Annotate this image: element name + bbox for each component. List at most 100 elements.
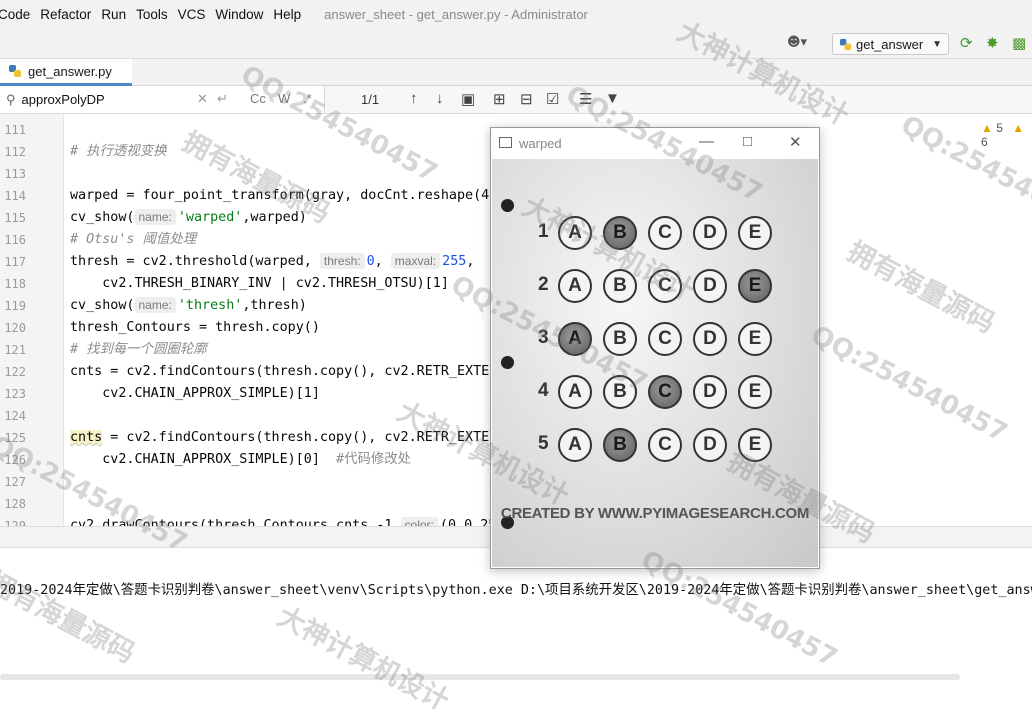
question-number: 4 <box>538 380 549 401</box>
line-number: 111 <box>4 123 26 137</box>
code-token: = cv2.findContours(thresh.copy(), cv2.RE… <box>102 430 530 445</box>
bubble-2-b: B <box>603 269 637 303</box>
arrow-down-icon[interactable]: ↓ <box>436 90 444 107</box>
bubble-5-e: E <box>738 428 772 462</box>
bubble-5-d: D <box>693 428 727 462</box>
menu-code[interactable]: Code <box>0 7 35 22</box>
bubble-4-c-filled: C <box>648 375 682 409</box>
line-number: 120 <box>4 321 26 335</box>
search-icon: ⚲ <box>6 91 16 107</box>
code-number: 255 <box>442 254 467 269</box>
find-bar: ⚲ approxPolyDP ✕ ↵ Cc W .* 1/1 ↑ ↓ ▣ ⊞ ⊟… <box>0 86 1032 114</box>
line-number: 115 <box>4 211 26 225</box>
bubble-2-e-filled: E <box>738 269 772 303</box>
minimize-icon[interactable]: — <box>699 133 714 150</box>
code-token: cv_show( <box>70 210 135 225</box>
code-line-118: cv2.THRESH_BINARY_INV | cv2.THRESH_OTSU)… <box>70 276 449 291</box>
bubble-5-c: C <box>648 428 682 462</box>
bubble-4-e: E <box>738 375 772 409</box>
add-occurrence-icon[interactable]: ⊞ <box>493 90 506 108</box>
line-number: 123 <box>4 387 26 401</box>
line-number: 116 <box>4 233 26 247</box>
param-hint: color: <box>400 517 438 526</box>
close-icon[interactable]: ✕ <box>789 133 802 151</box>
tab-label: get_answer.py <box>28 63 112 79</box>
line-number: 114 <box>4 189 26 203</box>
param-hint: thresh: <box>319 253 365 269</box>
line-number: 122 <box>4 365 26 379</box>
bubble-4-d: D <box>693 375 727 409</box>
run-config-selector[interactable]: get_answer ▼ <box>832 33 949 55</box>
code-string: 'thresh' <box>177 298 243 313</box>
menu-run[interactable]: Run <box>96 7 131 22</box>
search-query: approxPolyDP <box>21 92 105 107</box>
python-icon <box>839 38 852 50</box>
line-number: 117 <box>4 255 26 269</box>
rerun-icon[interactable]: ⟳ <box>960 34 973 52</box>
python-file-icon <box>9 65 21 77</box>
code-token: , <box>466 254 475 269</box>
menu-refactor[interactable]: Refactor <box>35 7 96 22</box>
window-app-icon <box>499 137 512 148</box>
line-number: 121 <box>4 343 26 357</box>
question-number: 5 <box>538 433 549 454</box>
bubble-3-b: B <box>603 322 637 356</box>
bubble-1-b-filled: B <box>603 216 637 250</box>
window-titlebar[interactable]: warped — □ ✕ <box>491 128 819 158</box>
words-toggle[interactable]: W <box>278 91 290 106</box>
code-token: cv2.CHAIN_APPROX_SIMPLE)[0] <box>70 452 337 467</box>
console-scrollbar[interactable] <box>0 674 960 680</box>
code-string: 'warped' <box>177 210 243 225</box>
bubble-3-c: C <box>648 322 682 356</box>
new-line-icon[interactable]: ↵ <box>217 91 228 107</box>
select-all-icon[interactable]: ▣ <box>461 90 475 108</box>
menu-window[interactable]: Window <box>210 7 268 22</box>
menu-vcs[interactable]: VCS <box>173 7 211 22</box>
code-token: , <box>374 254 391 269</box>
code-token: cv2.drawContours(thresh_Contours,cnts,-1… <box>70 518 401 526</box>
filter-options-icon[interactable]: ☰ <box>579 90 592 108</box>
select-all-occurrences-icon[interactable]: ☑ <box>546 90 559 108</box>
bubble-1-a: A <box>558 216 592 250</box>
bubble-5-b-filled: B <box>603 428 637 462</box>
menu-bar: Code Refactor Run Tools VCS Window Help … <box>0 0 1032 29</box>
code-line-126: cv2.CHAIN_APPROX_SIMPLE)[0] #代码修改处 <box>70 449 411 471</box>
param-hint: name: <box>134 297 176 313</box>
code-token: thresh = cv2.threshold(warped, <box>70 254 320 269</box>
regex-toggle[interactable]: .* <box>303 91 312 106</box>
code-line-122: cnts = cv2.findContours(thresh.copy(), c… <box>70 364 530 379</box>
arrow-up-icon[interactable]: ↑ <box>410 90 418 107</box>
code-line-123: cv2.CHAIN_APPROX_SIMPLE)[1] <box>70 386 320 401</box>
warning-icon: ▲ <box>981 121 993 135</box>
remove-occurrence-icon[interactable]: ⊟ <box>520 90 533 108</box>
match-case-toggle[interactable]: Cc <box>250 91 266 106</box>
match-count: 1/1 <box>361 92 380 107</box>
bubble-2-d: D <box>693 269 727 303</box>
inspection-widget[interactable]: ▲ 5 ▲ 6 <box>981 121 1032 149</box>
warning-count: 5 <box>996 121 1003 135</box>
bubble-3-e: E <box>738 322 772 356</box>
bubble-1-c: C <box>648 216 682 250</box>
debug-bug-icon[interactable]: ✸ <box>986 34 999 52</box>
maximize-icon[interactable]: □ <box>743 133 752 150</box>
window-title: answer_sheet - get_answer.py - Administr… <box>324 7 588 22</box>
bubble-1-d: D <box>693 216 727 250</box>
line-number-gutter: 111 112 113 114 115 116 117 118 119 120 … <box>0 114 64 533</box>
user-icon[interactable]: ☻▾ <box>787 35 807 50</box>
line-number: 124 <box>4 409 26 423</box>
question-number: 1 <box>538 221 549 242</box>
line-number: 126 <box>4 453 26 467</box>
filter-icon[interactable]: ▼ <box>605 90 620 107</box>
bubble-4-a: A <box>558 375 592 409</box>
menu-tools[interactable]: Tools <box>131 7 173 22</box>
search-input[interactable]: ⚲ approxPolyDP ✕ ↵ Cc W .* <box>0 86 325 113</box>
punch-hole <box>501 356 514 369</box>
tab-get-answer[interactable]: get_answer.py <box>0 59 132 86</box>
code-token: cv_show( <box>70 298 135 313</box>
warped-window[interactable]: warped — □ ✕ 1 A B C D E 2 A B C D E 3 A… <box>490 127 820 569</box>
clear-icon[interactable]: ✕ <box>197 91 208 107</box>
line-number: 128 <box>4 497 26 511</box>
menu-help[interactable]: Help <box>268 7 306 22</box>
line-number: 125 <box>4 431 26 445</box>
coverage-icon[interactable]: ▩ <box>1012 34 1026 52</box>
